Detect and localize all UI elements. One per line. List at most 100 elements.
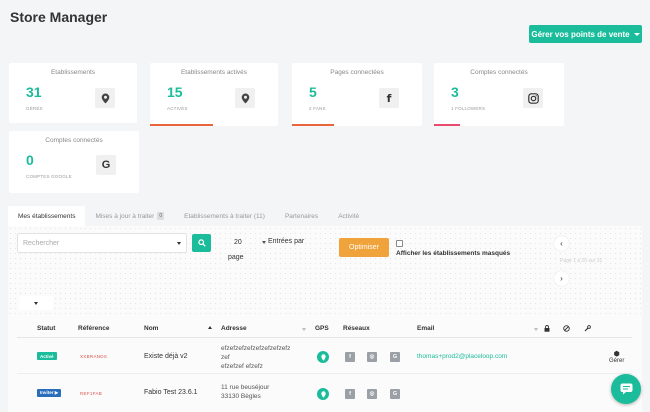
tab-updates-to-process[interactable]: Mises à jour à traiter 0 <box>85 206 174 226</box>
column-header-name[interactable]: Nom <box>144 325 158 332</box>
tab-partners[interactable]: Partenaires <box>275 206 328 226</box>
stat-card-subtitle: gérés <box>26 106 43 111</box>
status-badge[interactable]: Activé <box>37 352 57 360</box>
sort-icon <box>534 328 538 331</box>
column-header-networks[interactable]: Réseaux <box>343 325 370 332</box>
status-badge[interactable]: Inviter ▶ <box>37 389 62 397</box>
pager-next-button[interactable]: › <box>554 271 569 286</box>
show-hidden-checkbox[interactable] <box>396 240 403 247</box>
manage-link[interactable]: ⬢ Gérer <box>609 350 624 364</box>
google-icon[interactable]: G <box>390 352 400 362</box>
stat-card-accent-bar <box>292 124 334 126</box>
instagram-icon <box>523 88 543 108</box>
stat-card-value: 15 <box>167 84 183 100</box>
pager-prev-button[interactable]: ‹ <box>554 236 569 251</box>
stat-card-title: Comptes connectés <box>45 137 103 144</box>
pager-info: Page 1 à 20 sur 31 <box>560 258 603 264</box>
address-line: 11 rue beuséjour <box>221 384 270 391</box>
address-line: efzefzefzefzefzefzefzefz <box>221 345 291 352</box>
chevron-down-icon <box>262 241 266 244</box>
header-divider <box>17 337 632 338</box>
page-length-value: 20 <box>234 239 242 246</box>
column-header-status[interactable]: Statut <box>37 325 55 332</box>
stat-card-subtitle: comptes google <box>26 174 72 179</box>
block-icon[interactable] <box>563 325 570 334</box>
name-cell[interactable]: Existe déjà v2 <box>144 353 188 360</box>
address-cell: 11 rue beuséjour 33130 Bègles <box>221 383 269 401</box>
search-icon <box>197 239 206 247</box>
location-pin-icon <box>235 88 255 108</box>
stat-card-activated: Etablissements activés 15 activés <box>150 63 278 126</box>
location-pin-icon <box>95 88 115 108</box>
stat-card-value: 5 <box>309 84 317 100</box>
stat-card-title: Pages connectées <box>330 69 384 76</box>
stat-card-accent-bar <box>150 124 213 126</box>
chevron-down-icon <box>177 241 181 245</box>
address-line: 33130 Bègles <box>221 393 261 400</box>
optimize-button[interactable]: Optimiser <box>339 238 389 257</box>
tab-my-establishments[interactable]: Mes établissements <box>8 206 86 226</box>
reference-cell: REF1FAB <box>80 391 103 396</box>
gps-pin-icon[interactable] <box>317 388 329 400</box>
address-line: zef <box>221 354 230 361</box>
sort-icon <box>302 328 306 331</box>
tab-label: Activité <box>338 212 360 220</box>
stat-card-pages: Pages connectées 5 2 fans f <box>292 63 422 126</box>
bulk-action-select[interactable] <box>19 296 53 310</box>
chat-icon <box>620 383 632 395</box>
stat-card-value: 31 <box>26 84 42 100</box>
column-header-address[interactable]: Adresse <box>221 325 247 332</box>
tab-label: Mises à jour à traiter <box>95 212 155 220</box>
chat-fab-button[interactable] <box>611 374 641 404</box>
chevron-down-icon <box>633 32 640 36</box>
row-divider <box>17 373 632 374</box>
page-label: page <box>228 254 244 261</box>
search-placeholder: Rechercher <box>23 239 60 247</box>
search-button[interactable] <box>192 234 211 252</box>
address-cell: efzefzefzefzefzefzefzefz zef efzefzef ef… <box>221 344 290 371</box>
column-header-email[interactable]: Email <box>417 325 434 332</box>
stat-card-subtitle: 2 fans <box>309 106 326 111</box>
stat-card-title: Etablissements <box>50 69 96 76</box>
email-link[interactable]: thomas+prod2@placeloop.com <box>417 353 507 360</box>
tab-label: Etablissements à traiter (11) <box>184 212 265 220</box>
entries-label: Entrées par <box>268 238 305 245</box>
stat-card-subtitle: 1 followers <box>451 106 486 111</box>
tab-activity[interactable]: Activité <box>328 206 369 226</box>
stat-card-subtitle: activés <box>167 106 188 111</box>
stat-card-establishments: Etablissements 31 gérés <box>9 63 137 123</box>
manage-label: Gérer <box>609 358 625 364</box>
page-length-select[interactable]: 20 <box>226 236 266 249</box>
name-cell[interactable]: Fabio Test 23.6.1 <box>144 389 198 396</box>
column-header-gps[interactable]: GPS <box>315 325 329 332</box>
facebook-icon[interactable]: f <box>345 389 355 399</box>
reference-cell: XXBRANDS <box>80 354 108 359</box>
stat-card-value: 3 <box>451 84 459 100</box>
content-panel <box>8 226 642 412</box>
facebook-icon: f <box>379 88 399 108</box>
manage-stores-button[interactable]: Gérer vos points de vente <box>529 25 642 43</box>
tab-establishments-to-process[interactable]: Etablissements à traiter (11) <box>174 206 275 226</box>
tab-bar: Mes établissements Mises à jour à traite… <box>8 206 369 226</box>
stat-card-accent-bar <box>434 124 460 126</box>
google-icon: G <box>96 155 116 175</box>
stat-card-value: 0 <box>26 152 34 168</box>
stat-card-title: Etablissements activés <box>180 69 248 76</box>
lock-icon[interactable] <box>544 325 550 334</box>
instagram-icon[interactable]: ◎ <box>367 389 377 399</box>
stat-card-google: Comptes connectés 0 comptes google G <box>9 131 139 193</box>
cube-icon: ⬢ <box>613 351 620 358</box>
column-header-reference[interactable]: Référence <box>78 325 109 332</box>
tab-label: Mes établissements <box>18 212 76 220</box>
wrench-icon[interactable] <box>584 325 591 334</box>
instagram-icon[interactable]: ◎ <box>367 352 377 362</box>
gps-pin-icon[interactable] <box>317 351 329 363</box>
google-icon[interactable]: G <box>390 389 400 399</box>
count-badge: 0 <box>157 212 165 220</box>
manage-stores-label: Gérer vos points de vente <box>531 29 630 39</box>
facebook-icon[interactable]: f <box>345 352 355 362</box>
stat-card-instagram: Comptes connectés 3 1 followers <box>434 63 564 126</box>
stat-card-title: Comptes connectés <box>470 69 528 76</box>
search-input[interactable]: Rechercher <box>17 233 187 253</box>
show-hidden-label: Afficher les établissements masqués <box>396 250 511 257</box>
